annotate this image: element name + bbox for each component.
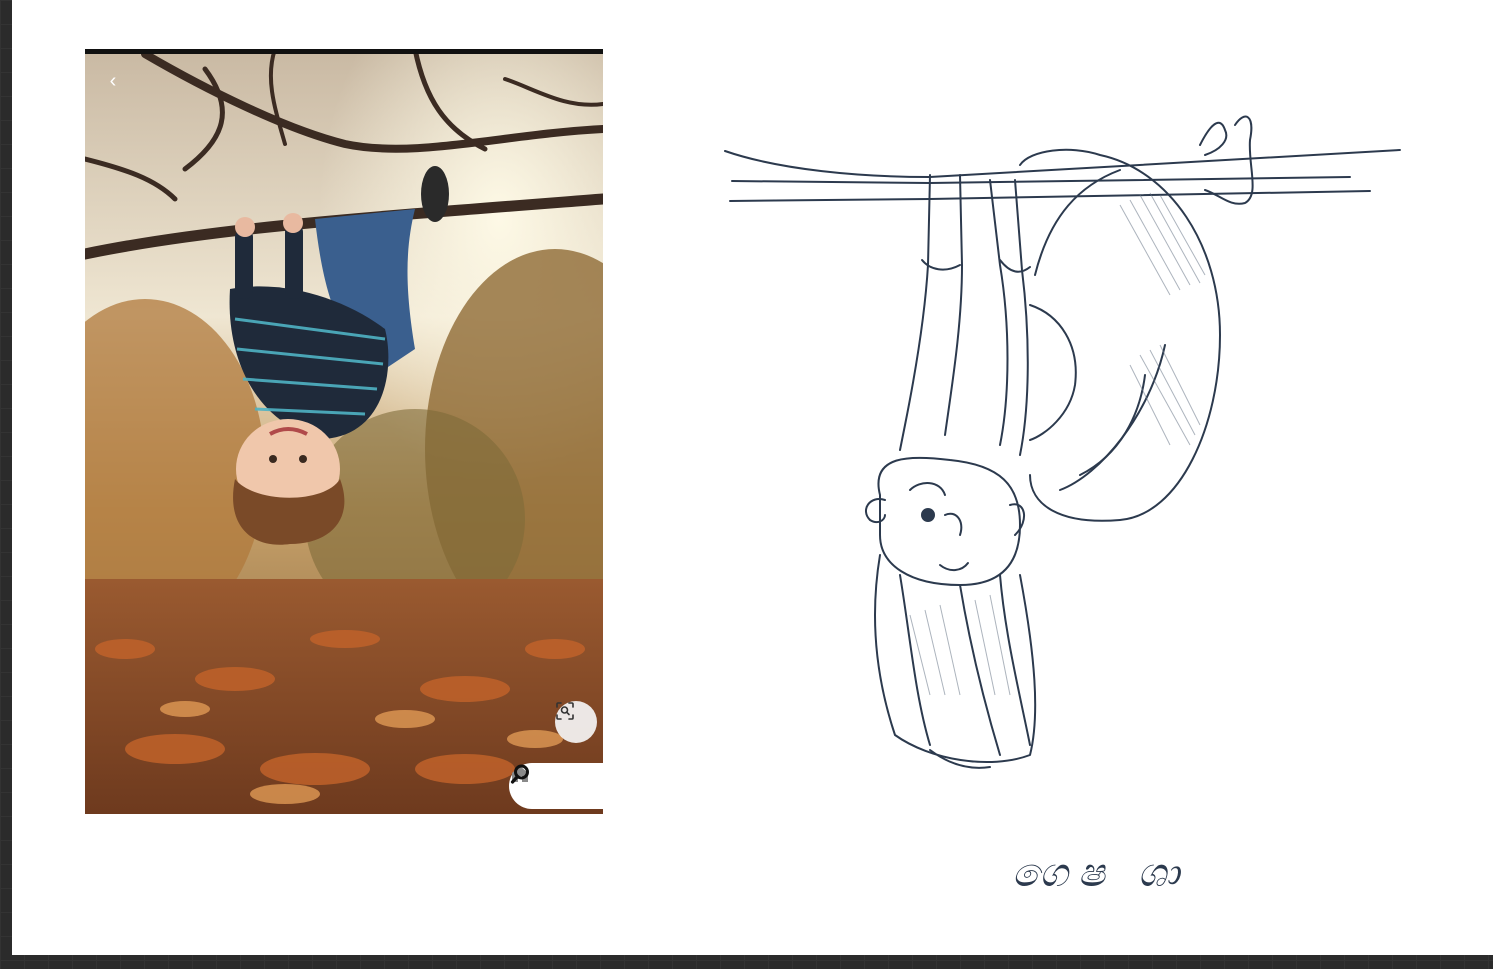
photo-top-bar [85, 49, 603, 54]
pencil-sketch [724, 115, 1401, 769]
bottom-nav [509, 763, 603, 809]
visual-search-button[interactable] [555, 701, 597, 743]
search-icon [510, 764, 529, 784]
chevron-left-icon[interactable]: ‹ [101, 69, 125, 93]
reference-photo-panel: ‹ [85, 49, 603, 814]
search-button[interactable] [510, 764, 599, 799]
sketch-caption: ගෙෂ ශා [1012, 850, 1190, 896]
visual-search-icon [556, 702, 574, 720]
reference-photo [85, 49, 603, 814]
